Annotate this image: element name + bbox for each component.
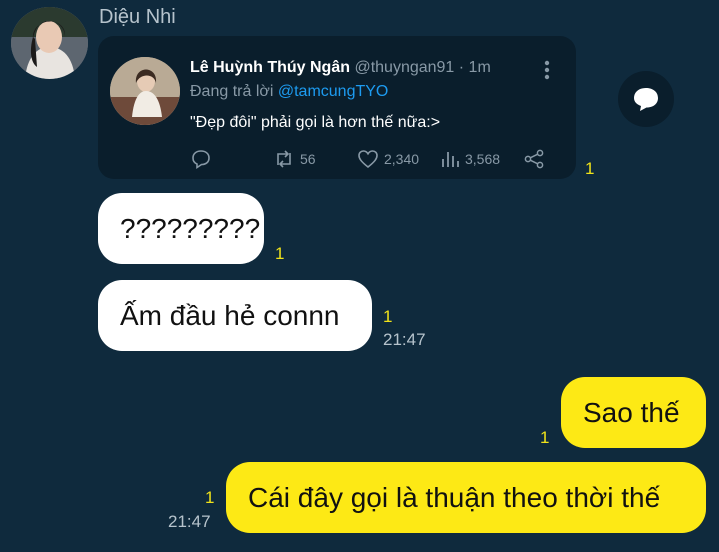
tweet-author-avatar[interactable] (110, 57, 180, 125)
message-text: Ấm đầu hẻ connn (120, 299, 340, 331)
like-count: 2,340 (384, 151, 420, 167)
chat-bubble-icon (634, 88, 658, 111)
tweet-author-handle[interactable]: @thuyngan91 (354, 59, 454, 76)
incoming-message[interactable]: Ấm đầu hẻ connn (98, 280, 372, 351)
retweet-action[interactable]: 56 (273, 149, 316, 169)
reply-prefix: Đang trả lời (190, 83, 278, 100)
reply-mention-link[interactable]: @tamcungTYO (278, 83, 389, 100)
read-count: 1 (205, 488, 215, 507)
read-count: 1 (275, 244, 285, 263)
read-count: 1 (540, 428, 550, 447)
tweet-author-line: Lê Huỳnh Thúy Ngân @thuyngan91 · 1m (190, 59, 491, 77)
more-options-icon[interactable] (544, 60, 550, 80)
tweet-reply-context: Đang trả lời @tamcungTYO (190, 83, 388, 101)
reply-action[interactable] (190, 149, 212, 169)
open-tweet-button[interactable] (618, 71, 674, 127)
shared-tweet-card[interactable]: Lê Huỳnh Thúy Ngân @thuyngan91 · 1m Đang… (98, 36, 576, 179)
incoming-message[interactable]: ????????? (98, 193, 264, 264)
message-text: ????????? (120, 212, 261, 244)
tweet-text: "Đẹp đôi" phải gọi là hơn thế nữa:> (190, 114, 441, 131)
sender-avatar[interactable] (11, 7, 88, 79)
analytics-icon (442, 152, 459, 167)
retweet-count: 56 (300, 151, 316, 167)
reply-icon (192, 150, 210, 169)
message-time: 21:47 (168, 512, 211, 531)
share-icon (524, 149, 544, 169)
tweet-author-name[interactable]: Lê Huỳnh Thúy Ngân (190, 59, 350, 76)
like-action[interactable]: 2,340 (357, 149, 419, 169)
tweet-time: · 1m (454, 59, 491, 76)
view-count: 3,568 (465, 151, 501, 167)
read-count: 1 (585, 159, 595, 178)
outgoing-message[interactable]: Cái đây gọi là thuận theo thời thế (226, 462, 706, 533)
read-count: 1 (383, 307, 393, 326)
message-text: Cái đây gọi là thuận theo thời thế (248, 481, 661, 513)
outgoing-message[interactable]: Sao thế (561, 377, 706, 448)
message-time: 21:47 (383, 330, 426, 349)
heart-icon (358, 150, 378, 169)
sender-name: Diệu Nhi (99, 6, 176, 28)
share-action[interactable] (523, 149, 545, 169)
views-action[interactable]: 3,568 (440, 149, 500, 169)
retweet-icon (277, 150, 291, 168)
message-text: Sao thế (583, 396, 680, 428)
